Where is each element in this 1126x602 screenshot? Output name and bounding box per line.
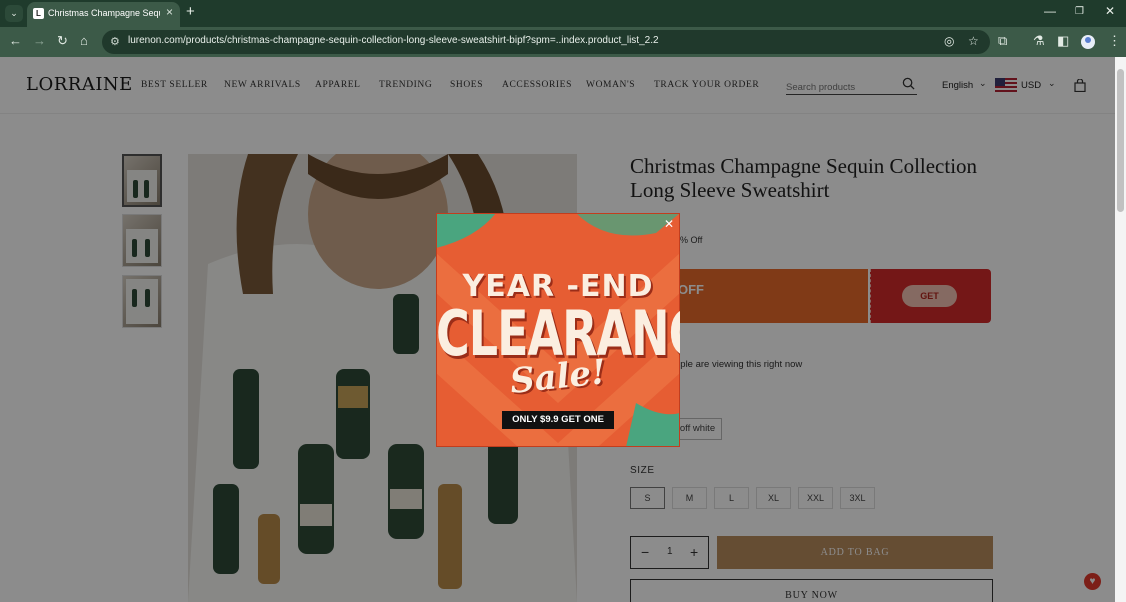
extensions-icon[interactable]: ⧉ (998, 33, 1007, 49)
back-arrow-icon[interactable]: ← (9, 33, 22, 48)
web-page: LORRAINE BEST SELLER NEW ARRIVALS APPARE… (0, 57, 1115, 602)
home-icon[interactable]: ⌂ (80, 33, 88, 48)
forward-arrow-icon[interactable]: → (33, 33, 46, 48)
site-favicon-icon: L (33, 8, 44, 19)
popup-cta-button[interactable]: ONLY $9.9 GET ONE (502, 411, 614, 429)
address-bar[interactable]: ⚙ lurenon.com/products/christmas-champag… (102, 30, 990, 54)
restore-icon[interactable]: ❐ (1075, 6, 1084, 17)
site-info-icon[interactable]: ⚙ (110, 35, 120, 48)
scrollbar-thumb[interactable] (1117, 69, 1124, 212)
page-scrollbar[interactable] (1115, 57, 1126, 602)
browser-tab[interactable]: L Christmas Champagne Sequin L × (27, 2, 180, 27)
browser-menu-icon[interactable]: ⋮ (1108, 33, 1121, 49)
bookmark-star-icon[interactable]: ☆ (968, 34, 979, 48)
side-panel-icon[interactable]: ◧ (1057, 33, 1069, 49)
new-tab-plus-icon[interactable]: + (186, 3, 195, 20)
tab-search-icon[interactable]: ⌄ (5, 5, 23, 22)
eye-off-icon[interactable]: ◎ (944, 34, 954, 48)
browser-toolbar: ← → ↻ ⌂ ⚙ lurenon.com/products/christmas… (0, 27, 1126, 57)
popup-close-icon[interactable]: ✕ (664, 217, 674, 231)
window-close-icon[interactable]: ✕ (1105, 4, 1115, 18)
labs-flask-icon[interactable]: ⚗ (1033, 33, 1045, 49)
url-text[interactable]: lurenon.com/products/christmas-champagne… (128, 35, 659, 46)
tab-close-icon[interactable]: × (166, 5, 173, 19)
reload-icon[interactable]: ↻ (57, 33, 68, 49)
clearance-sale-popup[interactable]: ✕ YEAR -END CLEARANCE Sale! ONLY $9.9 GE… (436, 213, 680, 447)
minimize-icon[interactable]: — (1044, 4, 1056, 18)
profile-avatar-icon[interactable] (1081, 35, 1095, 49)
tab-title: Christmas Champagne Sequin L (48, 8, 160, 18)
browser-tab-strip: ⌄ L Christmas Champagne Sequin L × + — ❐… (0, 0, 1126, 27)
